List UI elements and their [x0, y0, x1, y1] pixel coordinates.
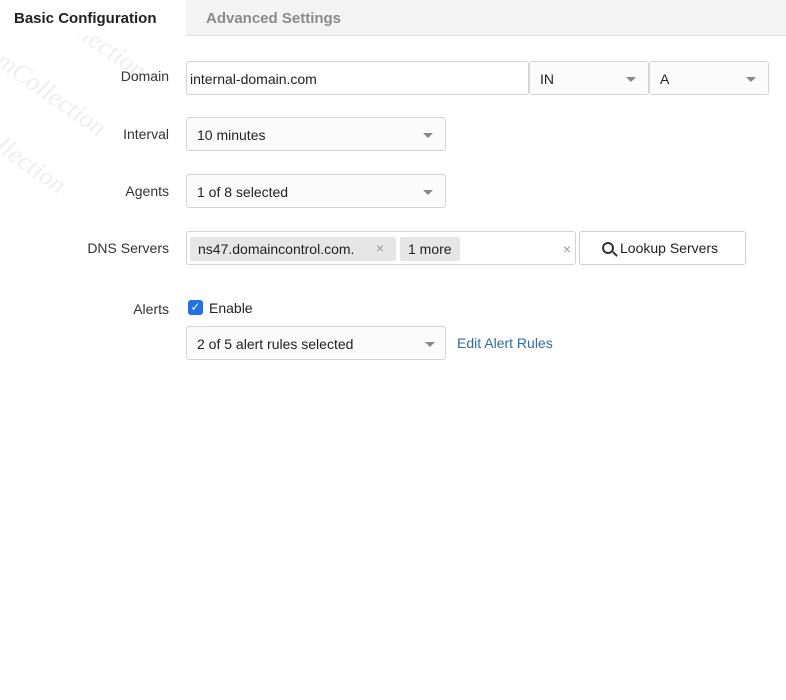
agents-label: Agents: [125, 183, 169, 199]
alert-rules-select[interactable]: 2 of 5 alert rules selected: [186, 326, 446, 360]
lookup-servers-label: Lookup Servers: [620, 240, 719, 256]
tab-advanced-settings[interactable]: Advanced Settings: [186, 0, 786, 36]
record-type-select[interactable]: A: [649, 61, 769, 95]
chevron-down-icon: [423, 133, 433, 138]
alert-rules-value: 2 of 5 alert rules selected: [197, 336, 354, 352]
agents-value: 1 of 8 selected: [197, 184, 289, 200]
dns-servers-multiselect[interactable]: ns47.domaincontrol.com. × 1 more ×: [186, 231, 576, 265]
agents-select[interactable]: 1 of 8 selected: [186, 174, 446, 208]
domain-label: Domain: [120, 68, 169, 84]
checkmark-icon: ✓: [190, 300, 201, 314]
chevron-down-icon: [746, 77, 756, 82]
search-icon: [602, 242, 614, 254]
lookup-servers-button[interactable]: Lookup Servers: [579, 231, 746, 265]
domain-input[interactable]: internal-domain.com: [186, 61, 529, 95]
dns-server-tag-label: ns47.domaincontrol.com.: [198, 241, 355, 257]
record-class-select[interactable]: IN: [529, 61, 649, 95]
tab-bar: Basic Configuration Advanced Settings: [0, 0, 786, 36]
enable-alerts-checkbox[interactable]: ✓: [188, 300, 203, 315]
enable-alerts-label: Enable: [209, 300, 253, 316]
interval-value: 10 minutes: [197, 127, 266, 143]
alerts-label: Alerts: [133, 301, 169, 317]
dns-server-tag: ns47.domaincontrol.com. ×: [190, 237, 396, 261]
record-class-value: IN: [540, 71, 554, 87]
tab-basic-configuration[interactable]: Basic Configuration: [0, 0, 186, 36]
edit-alert-rules-link[interactable]: Edit Alert Rules: [457, 335, 553, 351]
chevron-down-icon: [626, 77, 636, 82]
record-type-value: A: [660, 71, 670, 87]
more-servers-tag[interactable]: 1 more: [400, 237, 460, 261]
interval-select[interactable]: 10 minutes: [186, 117, 446, 151]
chevron-down-icon: [423, 190, 433, 195]
more-servers-label: 1 more: [408, 241, 452, 257]
close-icon[interactable]: ×: [376, 240, 384, 256]
clear-icon[interactable]: ×: [563, 241, 571, 257]
interval-label: Interval: [123, 126, 169, 142]
chevron-down-icon: [425, 342, 435, 347]
dns-servers-label: DNS Servers: [87, 240, 169, 256]
